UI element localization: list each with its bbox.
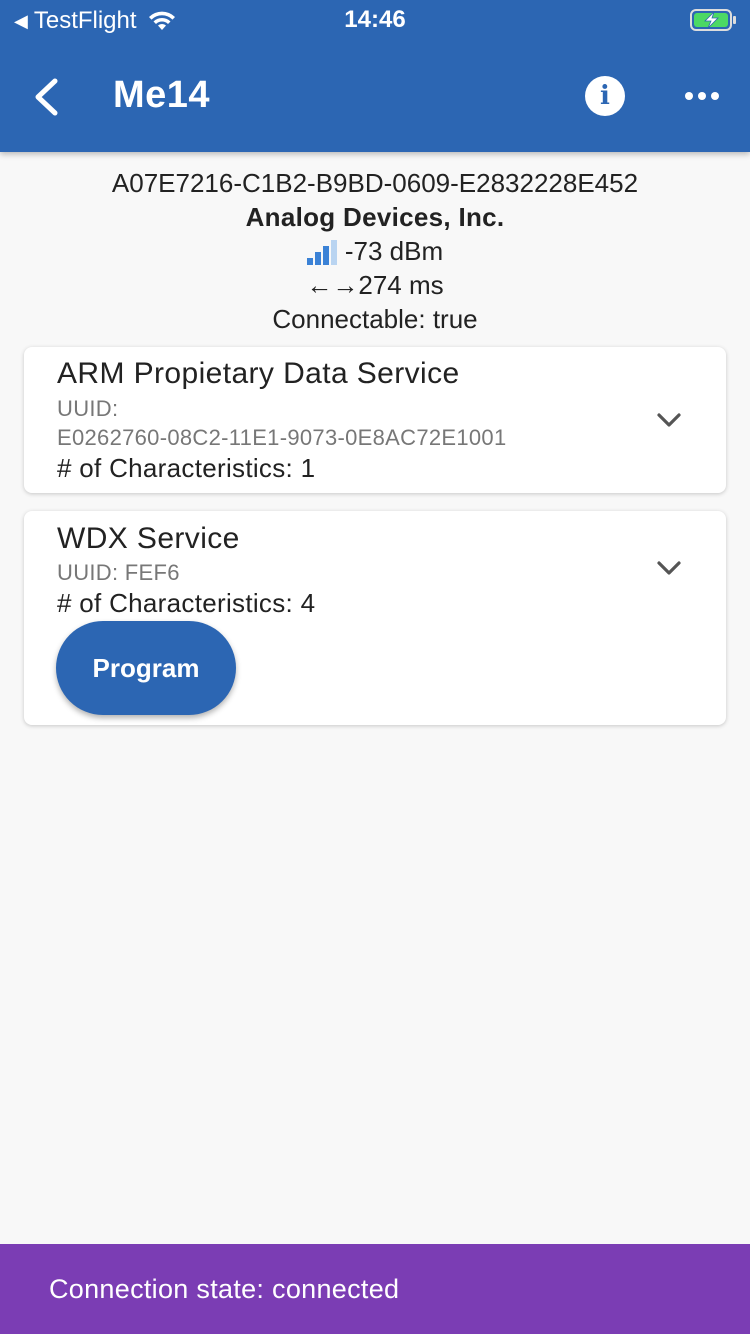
connection-state-bar: Connection state: connected <box>0 1244 750 1334</box>
more-dot-icon <box>698 92 706 100</box>
app-header: ◀ TestFlight 14:46 Me14 i <box>0 0 750 152</box>
page-title: Me14 <box>113 74 211 116</box>
connectable-status: Connectable: true <box>272 304 478 334</box>
more-options-button[interactable] <box>676 78 728 114</box>
device-screen: ◀ TestFlight 14:46 Me14 i A07E7216-C1B2-… <box>0 0 750 1334</box>
service-name: WDX Service <box>57 522 240 555</box>
back-button[interactable] <box>22 70 70 124</box>
info-icon: i <box>600 81 610 111</box>
device-info: A07E7216-C1B2-B9BD-0609-E2832228E452 Ana… <box>0 166 750 336</box>
service-characteristics-count: # of Characteristics: 1 <box>57 453 316 483</box>
device-manufacturer: Analog Devices, Inc. <box>245 202 505 232</box>
chevron-left-icon <box>35 78 58 116</box>
signal-bar <box>330 240 337 265</box>
connection-state-text: Connection state: connected <box>49 1273 400 1304</box>
service-uuid: E0262760-08C2-11E1-9073-0E8AC72E1001 <box>57 425 507 450</box>
signal-bar <box>322 246 329 265</box>
chevron-down-icon[interactable] <box>656 411 682 429</box>
chevron-down-icon[interactable] <box>656 559 682 577</box>
device-id: A07E7216-C1B2-B9BD-0609-E2832228E452 <box>111 168 639 198</box>
interval-value: 274 ms <box>358 270 444 300</box>
service-uuid-label: UUID: <box>57 396 119 421</box>
service-characteristics-count: # of Characteristics: 4 <box>57 588 316 618</box>
signal-bar <box>306 258 313 265</box>
service-card[interactable]: WDX Service UUID: FEF6 # of Characterist… <box>24 511 726 725</box>
rssi-row: -73 dBm <box>0 234 750 268</box>
more-dot-icon <box>711 92 719 100</box>
interval-arrows-icon: ←→ <box>306 270 359 300</box>
info-button[interactable]: i <box>585 76 625 116</box>
service-uuid: UUID: FEF6 <box>57 560 180 585</box>
service-card[interactable]: ARM Propietary Data Service UUID: E02627… <box>24 347 726 493</box>
rssi-value: -73 dBm <box>344 236 444 266</box>
signal-bar <box>314 252 321 265</box>
status-time: 14:46 <box>344 6 406 33</box>
program-button[interactable]: Program <box>56 621 236 715</box>
interval-row: ←→274 ms <box>0 268 750 302</box>
signal-strength-icon <box>306 237 337 265</box>
more-dot-icon <box>685 92 693 100</box>
battery-charging-icon <box>690 9 736 31</box>
service-name: ARM Propietary Data Service <box>57 357 460 390</box>
